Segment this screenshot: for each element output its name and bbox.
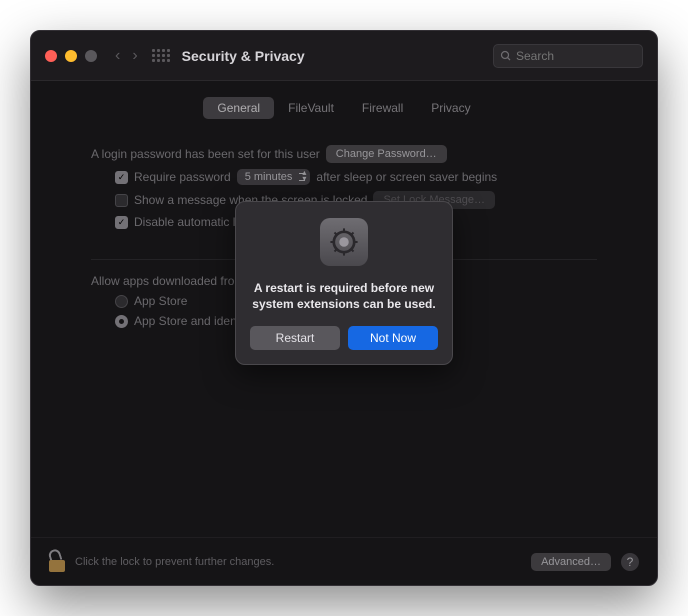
window-title: Security & Privacy [182,48,493,64]
forward-button[interactable]: › [128,45,141,67]
close-window-button[interactable] [45,50,57,62]
back-button[interactable]: ‹ [111,45,124,67]
system-preferences-icon [320,218,368,266]
titlebar: ‹ › Security & Privacy [31,31,657,81]
search-input[interactable] [516,49,636,63]
restart-button[interactable]: Restart [250,326,340,350]
minimize-window-button[interactable] [65,50,77,62]
nav-arrows: ‹ › [111,45,142,67]
show-all-prefs-button[interactable] [152,49,170,62]
search-field[interactable] [493,44,643,68]
dialog-buttons: Restart Not Now [250,326,438,350]
zoom-window-button[interactable] [85,50,97,62]
window-controls [45,50,97,62]
restart-required-dialog: A restart is required before new system … [235,201,453,365]
not-now-button[interactable]: Not Now [348,326,438,350]
system-preferences-window: ‹ › Security & Privacy General FileVault… [30,30,658,586]
search-icon [500,50,512,62]
dialog-message: A restart is required before new system … [250,280,438,312]
